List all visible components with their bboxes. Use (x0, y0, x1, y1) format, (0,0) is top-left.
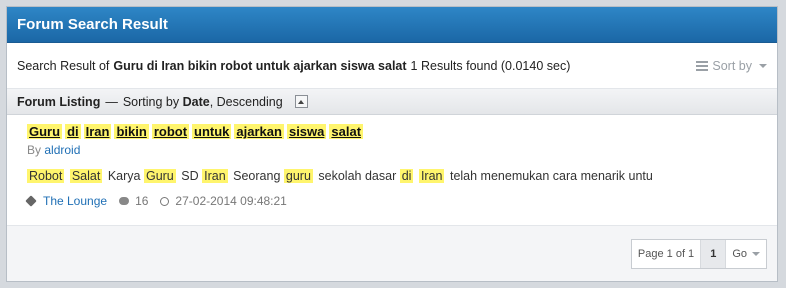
search-summary-bar: Search Result of Guru di Iran bikin robo… (7, 43, 777, 89)
sorting-prefix: Sorting by (122, 94, 180, 109)
highlighted-term: di (399, 169, 414, 183)
comment-icon (119, 197, 130, 205)
title-word: di (65, 124, 81, 139)
search-result-item: Guru di Iran bikin robot untuk ajarkan siswa sal… (7, 115, 777, 225)
page-info: Page 1 of 1 (632, 240, 702, 268)
tag-icon (25, 195, 37, 207)
page-1-button[interactable]: 1 (701, 240, 727, 268)
highlighted-term: Robot (27, 169, 65, 183)
title-word: untuk (192, 124, 232, 139)
title-word: bikin (114, 124, 149, 139)
sort-by-label: Sort by (712, 58, 752, 73)
snippet-text: sekolah dasar (318, 169, 397, 183)
forum-listing-bar: Forum Listing — Sorting by Date , Descen… (7, 89, 777, 115)
sort-field: Date (182, 94, 210, 109)
search-prefix: Search Result of (17, 58, 110, 73)
go-label: Go (732, 248, 747, 260)
by-prefix: By (27, 143, 42, 157)
chevron-down-icon (752, 252, 760, 256)
title-word: Guru (27, 124, 63, 139)
search-result-panel: Forum Search Result Search Result of Gur… (6, 6, 778, 282)
sort-by-dropdown[interactable]: Sort by (696, 59, 767, 73)
byline: By aldroid (27, 143, 767, 157)
go-button[interactable]: Go (726, 240, 766, 268)
separator: — (105, 94, 118, 109)
pagination: Page 1 of 1 1 Go (630, 239, 767, 269)
highlighted-term: guru (283, 169, 313, 183)
author-link[interactable]: aldroid (44, 143, 80, 157)
title-word: robot (151, 124, 190, 139)
pagination-footer: Page 1 of 1 1 Go (7, 225, 777, 281)
collapse-button[interactable] (294, 95, 308, 108)
clock-icon (160, 196, 170, 206)
list-icon (696, 60, 709, 71)
snippet-text: Seorang (233, 169, 281, 183)
highlighted-term: Iran (418, 169, 445, 183)
search-query: Guru di Iran bikin robot untuk ajarkan s… (113, 58, 407, 73)
chevron-down-icon (759, 63, 767, 68)
forum-listing-label: Forum Listing (17, 94, 101, 109)
collapse-icon (298, 99, 305, 104)
highlighted-term: Iran (202, 169, 228, 183)
reply-count: 16 (135, 194, 149, 208)
snippet-text: Karya (107, 169, 141, 183)
title-word: Iran (83, 124, 112, 139)
thread-title-link[interactable]: Guru di Iran bikin robot untuk ajarkan siswa sal… (27, 124, 767, 139)
snippet-text: telah menemukan cara menarik untu (449, 169, 653, 183)
sort-order: , Descending (209, 94, 283, 109)
snippet-text: SD (181, 169, 199, 183)
title-word: ajarkan (234, 124, 284, 139)
forum-link[interactable]: The Lounge (43, 194, 107, 208)
title-word: siswa (286, 124, 327, 139)
panel-header: Forum Search Result (7, 7, 777, 43)
page-title: Forum Search Result (17, 16, 168, 33)
results-count: 1 Results found (0.0140 sec) (410, 58, 571, 73)
result-meta: The Lounge 16 27-02-2014 09:48:21 (25, 194, 767, 208)
highlighted-term: Guru (143, 169, 176, 183)
post-datetime: 27-02-2014 09:48:21 (175, 194, 287, 208)
highlighted-term: Salat (69, 169, 103, 183)
post-snippet: Robot Salat Karya Guru SD Iran Seorang g… (27, 167, 767, 186)
title-word: salat (329, 124, 364, 139)
